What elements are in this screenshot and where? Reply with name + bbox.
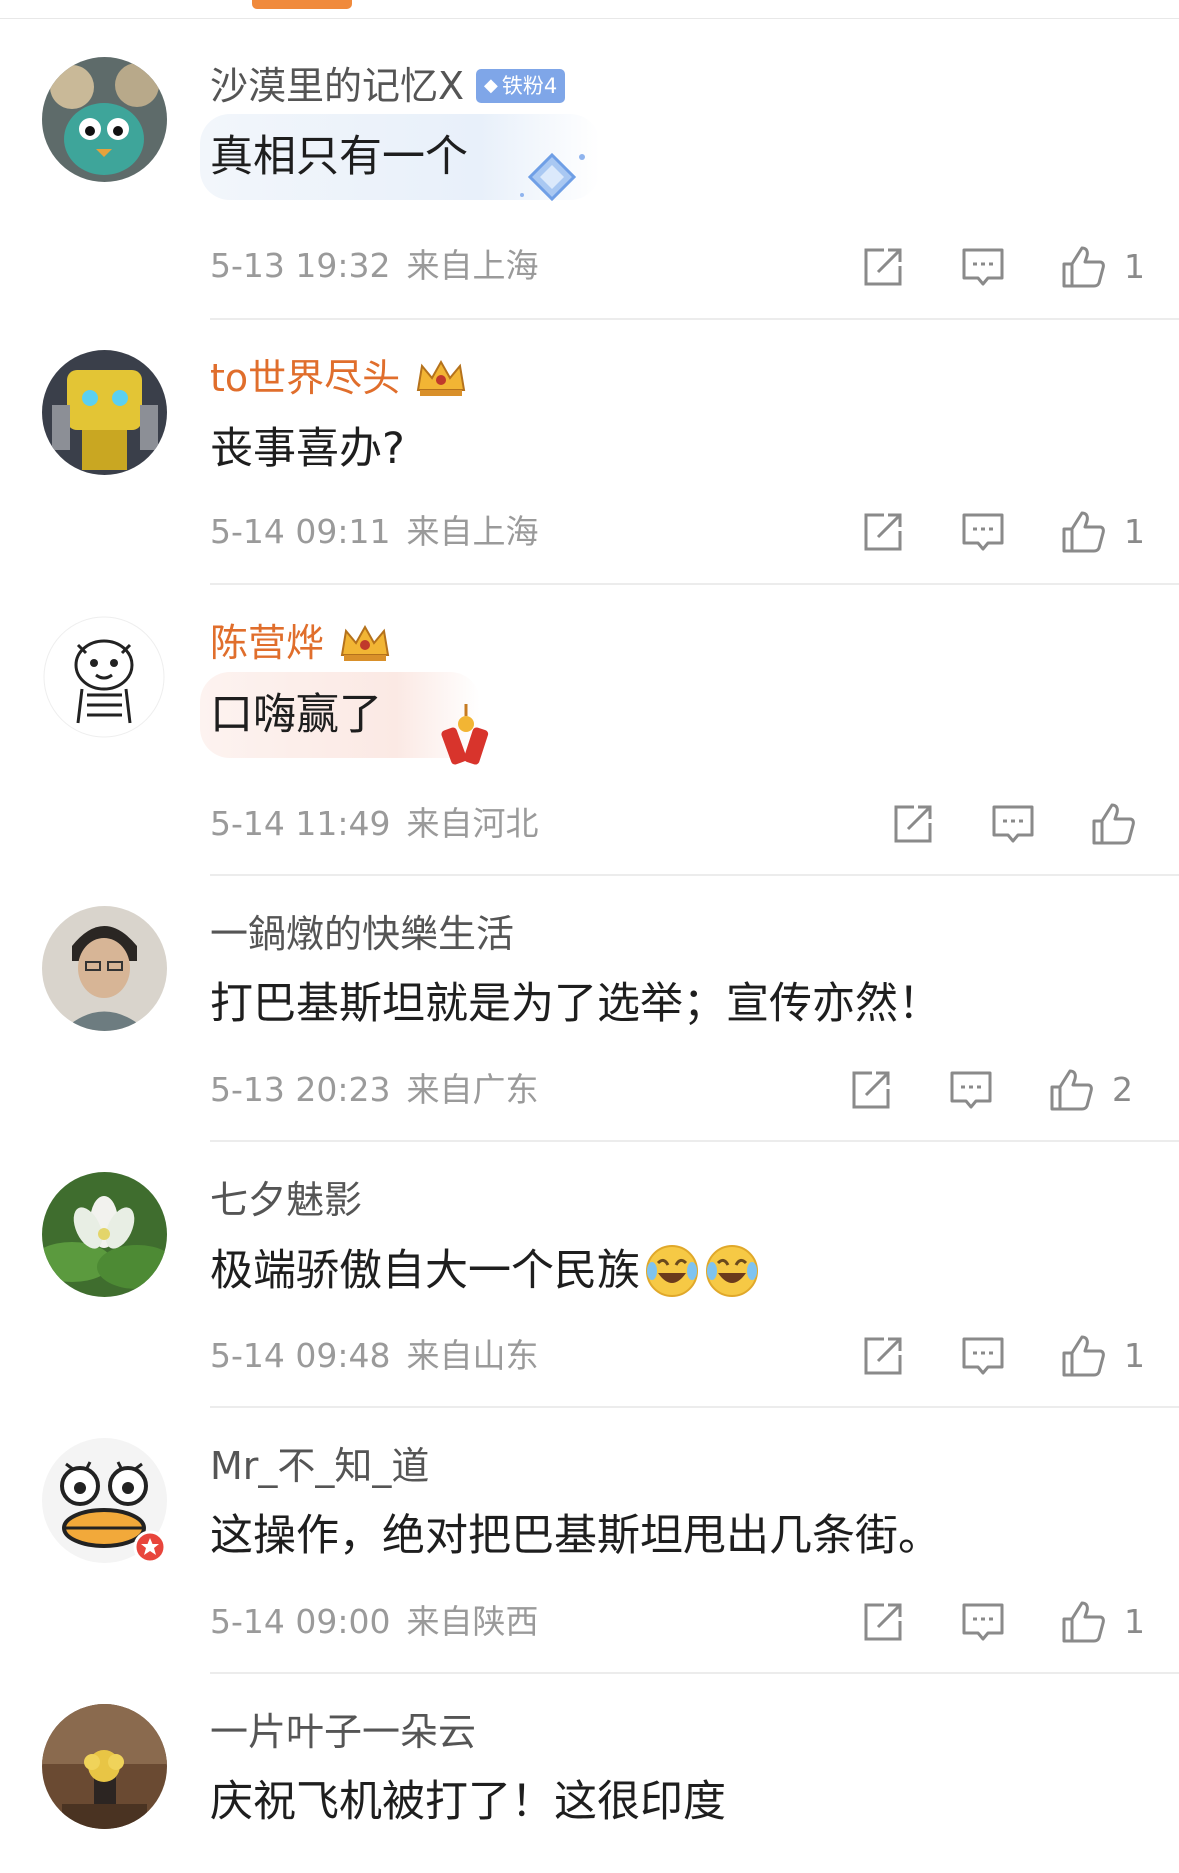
comment-location: 来自上海 xyxy=(406,246,539,285)
comment-text-value: 丧事喜办? xyxy=(210,424,405,474)
comment-text-value: 庆祝飞机被打了！这很印度 xyxy=(210,1777,726,1827)
fan-badge: ◆ 铁粉4 xyxy=(476,69,566,103)
comment-divider xyxy=(210,1672,1179,1674)
comment-text-value: 这操作，绝对把巴基斯坦甩出几条街。 xyxy=(210,1511,941,1561)
comment-text-value: 极端骄傲自大一个民族 xyxy=(210,1246,640,1296)
forward-icon[interactable] xyxy=(860,509,906,555)
avatar[interactable] xyxy=(42,350,167,475)
avatar[interactable] xyxy=(42,1704,167,1829)
username[interactable]: 陈营烨 xyxy=(210,620,394,666)
forward-icon[interactable] xyxy=(890,801,936,847)
comment-divider xyxy=(210,318,1179,320)
crown-badge-icon xyxy=(412,356,470,400)
comment-text: 庆祝飞机被打了！这很印度 xyxy=(210,1775,726,1829)
comment-text-value: 口嗨赢了 xyxy=(210,690,382,740)
forward-icon[interactable] xyxy=(848,1067,894,1113)
comment-location: 来自河北 xyxy=(406,804,539,843)
verified-badge-icon xyxy=(133,1530,167,1564)
comment-text-value: 打巴基斯坦就是为了选举；宣传亦然！ xyxy=(210,979,941,1029)
thumbs-up-icon[interactable] xyxy=(1060,1599,1106,1645)
laugh-cry-emoji xyxy=(704,1243,760,1299)
comment-icon[interactable] xyxy=(960,1599,1006,1645)
comment-time: 5-14 09:00 xyxy=(210,1602,391,1641)
comment-text-value: 真相只有一个 xyxy=(210,132,468,182)
avatar[interactable] xyxy=(42,906,167,1031)
comment-location: 来自上海 xyxy=(406,512,539,551)
top-divider xyxy=(0,18,1179,19)
like-count: 2 xyxy=(1112,1070,1133,1109)
comment-actions xyxy=(890,801,1160,851)
avatar[interactable] xyxy=(42,615,167,740)
thumbs-up-icon[interactable] xyxy=(1060,509,1106,555)
comment-actions: 1 xyxy=(860,244,1160,294)
fan-badge-label: 铁粉4 xyxy=(501,74,558,98)
avatar[interactable] xyxy=(42,57,167,182)
comment-text: 口嗨赢了 xyxy=(210,688,382,742)
username-text[interactable]: 一片叶子一朵云 xyxy=(210,1709,476,1755)
like-count: 1 xyxy=(1124,1336,1145,1375)
firecracker-decoration-icon xyxy=(432,700,502,780)
comment-meta: 5-13 19:32 来自上海 xyxy=(210,246,539,286)
username[interactable]: 沙漠里的记忆X ◆ 铁粉4 xyxy=(210,63,566,109)
comment-text: 这操作，绝对把巴基斯坦甩出几条街。 xyxy=(210,1509,941,1563)
forward-icon[interactable] xyxy=(860,1599,906,1645)
comment-actions: 1 xyxy=(860,1333,1160,1383)
username-text[interactable]: 七夕魅影 xyxy=(210,1177,362,1223)
comment-time: 5-14 11:49 xyxy=(210,804,391,843)
username-text[interactable]: 陈营烨 xyxy=(210,620,324,666)
comment-meta: 5-13 20:23 来自广东 xyxy=(210,1070,539,1110)
username[interactable]: to世界尽头 xyxy=(210,355,470,401)
comment-text: 打巴基斯坦就是为了选举；宣传亦然！ xyxy=(210,977,941,1031)
like-count: 1 xyxy=(1124,1602,1145,1641)
comment-meta: 5-14 09:48 来自山东 xyxy=(210,1336,539,1376)
comment-icon[interactable] xyxy=(960,1333,1006,1379)
like-count: 1 xyxy=(1124,247,1145,286)
comment-time: 5-14 09:11 xyxy=(210,512,391,551)
comment-text: 极端骄傲自大一个民族 xyxy=(210,1243,760,1299)
like-count: 1 xyxy=(1124,512,1145,551)
username-text[interactable]: Mr_不_知_道 xyxy=(210,1443,429,1489)
comment-divider xyxy=(210,1406,1179,1408)
comment-location: 来自陕西 xyxy=(406,1602,539,1641)
comment-divider xyxy=(210,583,1179,585)
comment-meta: 5-14 11:49 来自河北 xyxy=(210,804,539,844)
avatar[interactable] xyxy=(42,1172,167,1297)
username-text[interactable]: to世界尽头 xyxy=(210,355,400,401)
diamond-icon: ◆ xyxy=(484,75,498,96)
username[interactable]: Mr_不_知_道 xyxy=(210,1443,429,1489)
thumbs-up-icon[interactable] xyxy=(1060,244,1106,290)
comment-time: 5-13 19:32 xyxy=(210,246,391,285)
username[interactable]: 一鍋燉的快樂生活 xyxy=(210,911,514,957)
comment-text: 丧事喜办? xyxy=(210,422,405,476)
username[interactable]: 七夕魅影 xyxy=(210,1177,362,1223)
diamond-decoration-icon xyxy=(512,145,592,215)
comment-actions: 2 xyxy=(848,1067,1158,1117)
comment-actions: 1 xyxy=(860,1599,1160,1649)
thumbs-up-icon[interactable] xyxy=(1090,801,1136,847)
comment-icon[interactable] xyxy=(948,1067,994,1113)
username-text[interactable]: 一鍋燉的快樂生活 xyxy=(210,911,514,957)
comment-time: 5-13 20:23 xyxy=(210,1070,391,1109)
forward-icon[interactable] xyxy=(860,1333,906,1379)
comment-time: 5-14 09:48 xyxy=(210,1336,391,1375)
username-text[interactable]: 沙漠里的记忆X xyxy=(210,63,464,109)
comment-location: 来自广东 xyxy=(406,1070,539,1109)
crown-badge-icon xyxy=(336,621,394,665)
active-tab-indicator xyxy=(252,0,352,9)
username[interactable]: 一片叶子一朵云 xyxy=(210,1709,476,1755)
comment-text: 真相只有一个 xyxy=(210,130,468,184)
comment-icon[interactable] xyxy=(960,509,1006,555)
comment-actions: 1 xyxy=(860,509,1160,559)
comment-divider xyxy=(210,874,1179,876)
comment-icon[interactable] xyxy=(990,801,1036,847)
laugh-cry-emoji xyxy=(644,1243,700,1299)
comment-meta: 5-14 09:11 来自上海 xyxy=(210,512,539,552)
comment-location: 来自山东 xyxy=(406,1336,539,1375)
thumbs-up-icon[interactable] xyxy=(1060,1333,1106,1379)
forward-icon[interactable] xyxy=(860,244,906,290)
comment-meta: 5-14 09:00 来自陕西 xyxy=(210,1602,539,1642)
comment-divider xyxy=(210,1140,1179,1142)
thumbs-up-icon[interactable] xyxy=(1048,1067,1094,1113)
comment-icon[interactable] xyxy=(960,244,1006,290)
